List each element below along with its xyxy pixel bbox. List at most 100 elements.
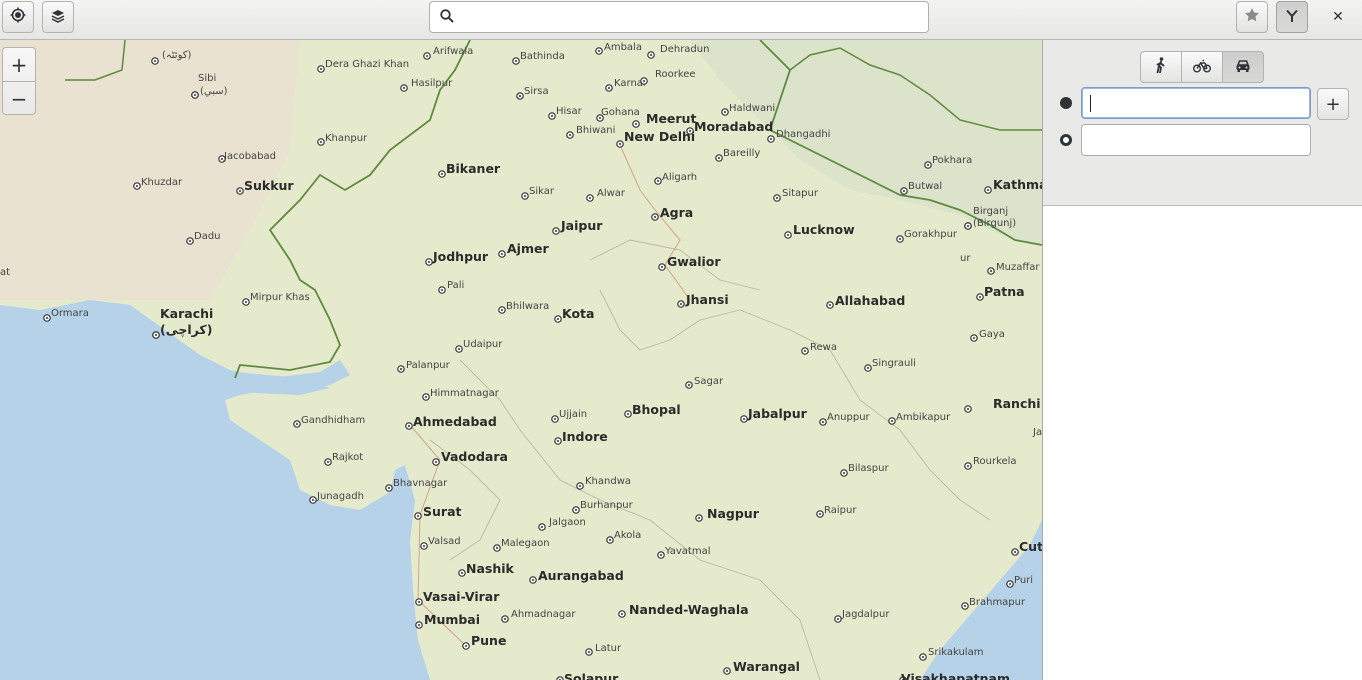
city-label[interactable]: Dera Ghazi Khan [325, 59, 409, 70]
city-label[interactable]: Yavatmal [664, 546, 710, 557]
city-label[interactable]: Khandwa [585, 476, 631, 487]
city-label[interactable]: Sagar [694, 376, 724, 387]
city-label[interactable]: Meerut [646, 111, 696, 126]
city-label[interactable]: Ja [1032, 427, 1042, 438]
city-label[interactable]: Jacobabad [223, 151, 276, 162]
city-label[interactable]: (Birgunj) [973, 218, 1016, 229]
map-view[interactable]: (كوئٹہ) Sibi (سبي) Jacobabad Khuzdar Sukkur Da… [0, 40, 1042, 680]
city-label[interactable]: Hasilpur [411, 78, 453, 89]
city-label[interactable]: Birganj [973, 206, 1008, 217]
city-label[interactable]: Gorakhpur [904, 229, 958, 240]
city-label[interactable]: Patna [984, 284, 1025, 299]
city-label[interactable]: Gandhidham [301, 415, 365, 426]
city-label[interactable]: Ajmer [507, 241, 549, 256]
city-label[interactable]: Bhopal [632, 402, 681, 417]
city-label[interactable]: Ujjain [559, 409, 587, 420]
city-label[interactable]: Aurangabad [538, 568, 624, 583]
city-label[interactable]: Bhavnagar [393, 478, 448, 489]
route-end-input[interactable] [1082, 125, 1310, 155]
city-label[interactable]: Bareilly [723, 148, 760, 159]
city-label[interactable]: Moradabad [694, 119, 773, 134]
city-label[interactable]: Bhiwani [576, 125, 615, 136]
city-label[interactable]: Pune [471, 633, 506, 648]
city-label[interactable]: Bhilwara [506, 301, 549, 312]
city-label[interactable]: Sitapur [782, 188, 819, 199]
city-label[interactable]: (کراچی) [160, 322, 212, 337]
city-label[interactable]: Srikakulam [928, 647, 983, 658]
cycling-mode-button[interactable] [1181, 51, 1223, 83]
add-waypoint-button[interactable]: + [1317, 88, 1349, 120]
city-label[interactable]: Kota [562, 306, 594, 321]
city-label[interactable]: Dhangadhi [776, 129, 830, 140]
city-label[interactable]: (كوئٹہ) [162, 50, 192, 61]
city-label[interactable]: Malegaon [501, 538, 550, 549]
city-label[interactable]: Bilaspur [848, 463, 889, 474]
city-label[interactable]: Jagdalpur [841, 609, 890, 620]
city-label[interactable]: Mirpur Khas [250, 292, 310, 303]
route-start-input[interactable] [1082, 88, 1310, 118]
city-label[interactable]: at [0, 267, 10, 278]
city-label[interactable]: Rajkot [332, 452, 363, 463]
city-label[interactable]: Haldwani [729, 103, 775, 114]
city-label[interactable]: Sikar [529, 186, 555, 197]
city-label[interactable]: Valsad [428, 536, 461, 547]
city-label[interactable]: Nashik [466, 561, 515, 576]
city-label[interactable]: Agra [660, 205, 693, 220]
city-label[interactable]: Jhansi [685, 292, 729, 307]
locate-button[interactable] [2, 1, 34, 33]
city-label[interactable]: Indore [562, 429, 608, 444]
city-label[interactable]: Ranchi [993, 396, 1041, 411]
city-label[interactable]: New Delhi [624, 129, 695, 144]
close-button[interactable]: ✕ [1322, 1, 1354, 33]
city-label[interactable]: Khuzdar [141, 177, 183, 188]
city-label[interactable]: Jodhpur [432, 249, 489, 264]
city-label[interactable]: Ahmadnagar [511, 609, 576, 620]
city-label[interactable]: Arifwala [433, 46, 473, 57]
city-label[interactable]: Sirsa [524, 86, 549, 97]
city-label[interactable]: (سبي) [200, 86, 228, 97]
city-label[interactable]: Akola [614, 530, 641, 541]
city-label[interactable]: Ambikapur [896, 412, 951, 423]
city-label[interactable]: Latur [595, 643, 622, 654]
city-label[interactable]: Junagadh [316, 491, 364, 502]
route-end-field[interactable] [1081, 124, 1311, 156]
city-label[interactable]: Pali [447, 280, 464, 291]
city-label[interactable]: Udaipur [463, 339, 503, 350]
city-label[interactable]: ur [960, 253, 971, 264]
city-label[interactable]: Dadu [194, 231, 221, 242]
city-label[interactable]: Visakhapatnam [901, 671, 1010, 680]
zoom-in-button[interactable]: + [3, 48, 35, 81]
city-label[interactable]: Puri [1014, 575, 1033, 586]
city-label[interactable]: Singrauli [872, 358, 916, 369]
driving-mode-button[interactable] [1222, 51, 1264, 83]
city-label[interactable]: Jaipur [560, 218, 603, 233]
city-label[interactable]: Surat [423, 504, 462, 519]
city-label[interactable]: Kathman [993, 177, 1042, 192]
city-label[interactable]: Jabalpur [747, 406, 808, 421]
city-label[interactable]: Ahmedabad [413, 414, 497, 429]
city-label[interactable]: Muzaffar [996, 262, 1040, 273]
city-label[interactable]: Sibi [198, 73, 216, 84]
layers-button[interactable] [42, 1, 74, 33]
city-label[interactable]: Aligarh [662, 172, 697, 183]
city-label[interactable]: Bathinda [520, 51, 565, 62]
city-label[interactable]: Mumbai [424, 612, 480, 627]
search-input[interactable] [460, 4, 928, 30]
city-label[interactable]: Lucknow [793, 222, 855, 237]
city-label[interactable]: Raipur [824, 505, 857, 516]
city-label[interactable]: Palanpur [406, 360, 451, 371]
city-label[interactable]: Sukkur [244, 178, 294, 193]
city-label[interactable]: Khanpur [325, 133, 368, 144]
city-label[interactable]: Nanded-Waghala [629, 602, 749, 617]
favorites-button[interactable] [1236, 1, 1268, 33]
city-label[interactable]: Gaya [979, 329, 1005, 340]
city-label[interactable]: Brahmapur [969, 597, 1026, 608]
city-label[interactable]: Ambala [604, 42, 642, 53]
city-label[interactable]: Gohana [601, 107, 640, 118]
city-label[interactable]: Cutt [1019, 539, 1042, 554]
city-label[interactable]: Pokhara [932, 155, 972, 166]
city-label[interactable]: Solapur [564, 671, 619, 680]
city-label[interactable]: Alwar [597, 188, 626, 199]
city-label[interactable]: Himmatnagar [430, 388, 500, 399]
city-label[interactable]: Anuppur [827, 412, 871, 423]
